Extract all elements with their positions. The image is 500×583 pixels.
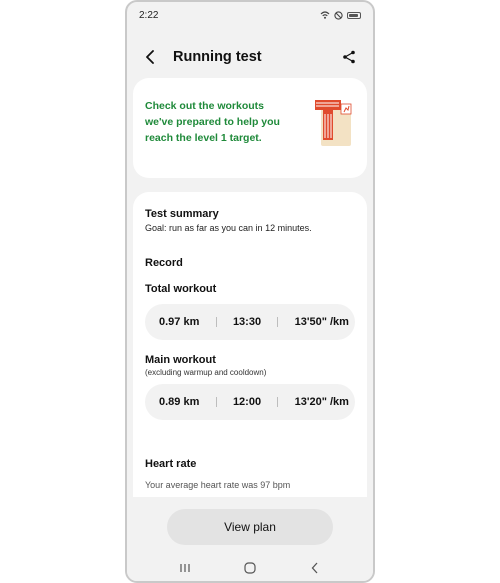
phone-frame: 2:22 Running test Check out the workouts…: [125, 0, 375, 583]
total-pace: 13'50" /km: [294, 316, 349, 328]
summary-title: Test summary: [145, 208, 219, 220]
page-title: Running test: [173, 49, 262, 65]
share-icon: [343, 50, 355, 64]
main-workout-note: (excluding warmup and cooldown): [145, 368, 267, 377]
system-navigation-bar: [127, 557, 373, 579]
test-summary-card: Test summary Goal: run as far as you can…: [133, 192, 367, 498]
content-scroll-area[interactable]: Check out the workouts we've prepared to…: [127, 78, 373, 498]
status-time: 2:22: [139, 9, 159, 21]
back-button[interactable]: [141, 47, 161, 67]
promo-card[interactable]: Check out the workouts we've prepared to…: [133, 78, 367, 178]
share-button[interactable]: [339, 47, 359, 67]
main-workout-heading: Main workout: [145, 354, 216, 366]
divider: [215, 397, 217, 407]
home-icon: [244, 562, 256, 574]
summary-goal: Goal: run as far as you can in 12 minute…: [145, 223, 312, 233]
heart-rate-heading: Heart rate: [145, 458, 197, 470]
main-distance: 0.89 km: [159, 396, 200, 408]
back-nav-button[interactable]: [305, 558, 325, 578]
divider: [215, 317, 217, 327]
view-plan-button[interactable]: View plan: [167, 509, 333, 545]
wifi-icon: [320, 11, 330, 19]
heart-rate-text: Your average heart rate was 97 bpm: [145, 480, 291, 490]
back-nav-icon: [311, 562, 318, 574]
main-workout-metrics: 0.89 km 12:00 13'20" /km: [145, 384, 355, 420]
main-pace: 13'20" /km: [294, 396, 349, 408]
divider: [277, 397, 279, 407]
total-workout-metrics: 0.97 km 13:30 13'50" /km: [145, 304, 355, 340]
recents-button[interactable]: [175, 558, 195, 578]
recents-icon: [180, 564, 190, 572]
main-time: 12:00: [232, 396, 262, 408]
home-button[interactable]: [240, 558, 260, 578]
total-workout-heading: Total workout: [145, 283, 217, 295]
record-heading: Record: [145, 257, 183, 269]
app-header: Running test: [127, 42, 373, 72]
promo-text: Check out the workouts we've prepared to…: [145, 100, 280, 144]
divider: [277, 317, 279, 327]
total-time: 13:30: [232, 316, 262, 328]
back-icon: [146, 50, 154, 64]
battery-icon: [347, 11, 361, 19]
total-distance: 0.97 km: [159, 316, 200, 328]
do-not-disturb-icon: [334, 10, 343, 20]
status-bar: 2:22: [127, 2, 373, 28]
training-plan-illustration: [315, 100, 352, 146]
status-icons: [320, 10, 361, 20]
bottom-action-bar: View plan: [127, 497, 373, 581]
